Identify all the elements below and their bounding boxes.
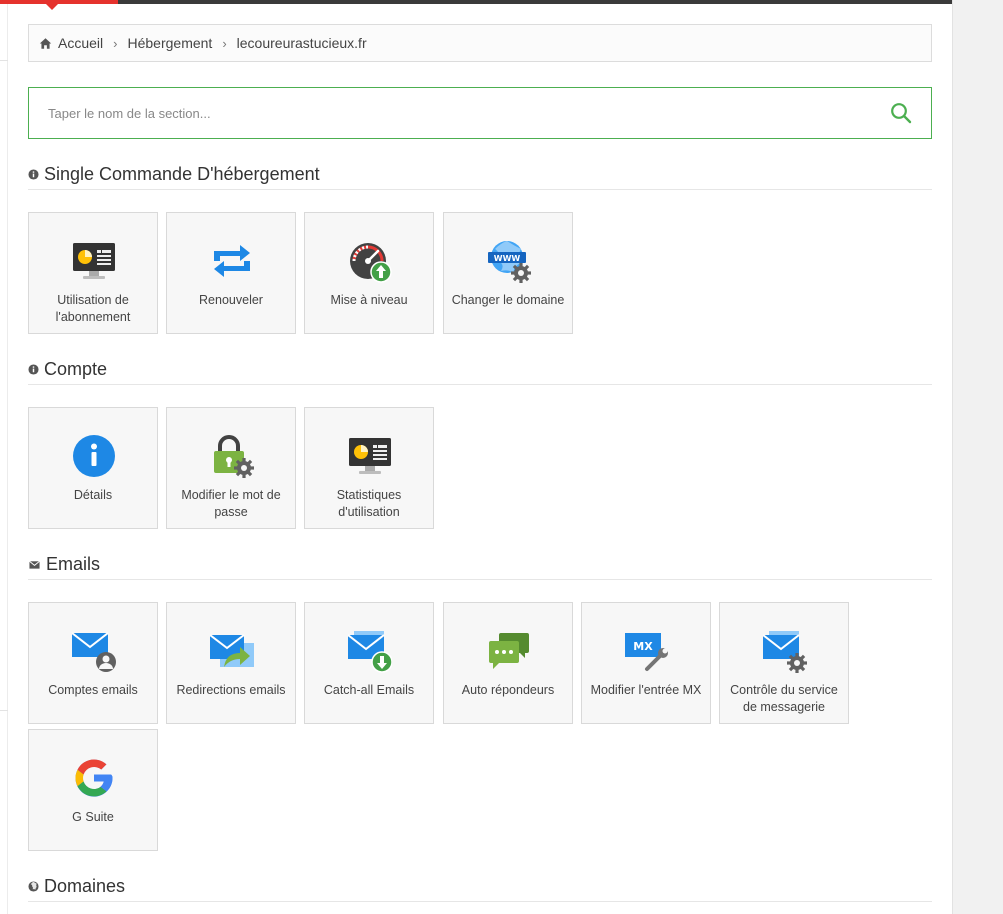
section-title-text: Single Commande D'hébergement — [44, 164, 320, 184]
tile-label: G Suite — [72, 810, 114, 824]
tile-label: Contrôle du service de messagerie — [730, 683, 838, 714]
active-tab-caret — [46, 4, 58, 10]
tile-label: Renouveler — [199, 293, 263, 307]
section-title-domains: Domaines — [28, 872, 932, 902]
tile-label: Changer le domaine — [451, 293, 565, 307]
section-title-text: Domaines — [44, 876, 126, 896]
section-title-emails: Emails — [28, 550, 932, 580]
section-title-hosting: Single Commande D'hébergement — [28, 160, 932, 190]
tile-email-redirections[interactable]: Redirections emails — [166, 602, 296, 724]
top-bar-active-tab — [0, 0, 118, 4]
tile-label: Détails — [73, 488, 113, 502]
info-circle-icon — [28, 364, 39, 375]
tile-label: Redirections emails — [176, 683, 286, 697]
tile-subscription-usage[interactable]: Utilisation de l'abonnement — [28, 212, 158, 334]
right-scroll-panel[interactable] — [952, 0, 1003, 914]
email-forward-icon — [210, 634, 254, 667]
section-search-box — [28, 87, 932, 139]
globe-icon — [28, 881, 39, 892]
left-panel-edge — [0, 4, 8, 914]
breadcrumb: Accueil › Hébergement › lecoureurastucie… — [28, 24, 932, 62]
tile-edit-mx-entry[interactable]: MX Modifier l'entrée MX — [581, 602, 711, 724]
tile-g-suite[interactable]: G Suite — [28, 729, 158, 851]
tile-catch-all-emails[interactable]: Catch-all Emails — [304, 602, 434, 724]
chevron-right-icon: › — [113, 35, 118, 51]
search-icon[interactable] — [889, 101, 913, 125]
envelope-icon — [29, 560, 40, 569]
email-user-icon — [72, 632, 116, 672]
info-circle-icon — [28, 169, 39, 180]
breadcrumb-item-domain: lecoureurastucieux.fr — [236, 35, 367, 51]
tile-upgrade[interactable]: Mise à niveau — [304, 212, 434, 334]
www-globe-gear-icon: WWW — [488, 241, 531, 283]
top-bar — [0, 0, 952, 4]
section-title-text: Compte — [44, 359, 108, 379]
tile-label: Mise à niveau — [330, 293, 408, 307]
chevron-right-icon: › — [222, 35, 227, 51]
tile-label: Comptes emails — [48, 683, 138, 697]
info-icon — [73, 435, 115, 477]
svg-text:MX: MX — [633, 640, 653, 653]
tile-mail-service-control[interactable]: Contrôle du service de messagerie — [719, 602, 849, 724]
svg-text:WWW: WWW — [494, 254, 521, 263]
chat-bubbles-icon — [489, 633, 529, 669]
mx-wrench-icon: MX — [625, 633, 668, 671]
section-title-text: Emails — [46, 554, 101, 574]
home-icon[interactable] — [39, 37, 52, 50]
tile-usage-statistics[interactable]: Statistiques d'utilisation — [304, 407, 434, 529]
tile-label: Modifier l'entrée MX — [590, 683, 702, 697]
tile-renew[interactable]: Renouveler — [166, 212, 296, 334]
tile-auto-responders[interactable]: Auto répondeurs — [443, 602, 573, 724]
tile-label: Utilisation de l'abonnement — [55, 293, 131, 324]
section-search-input[interactable] — [29, 88, 889, 138]
tile-change-password[interactable]: Modifier le mot de passe — [166, 407, 296, 529]
tile-label: Modifier le mot de passe — [181, 488, 281, 519]
tile-label: Auto répondeurs — [461, 683, 555, 697]
breadcrumb-item-hosting[interactable]: Hébergement — [127, 35, 212, 51]
google-g-icon — [75, 759, 113, 797]
section-title-account: Compte — [28, 355, 932, 385]
tile-email-accounts[interactable]: Comptes emails — [28, 602, 158, 724]
tile-label: Catch-all Emails — [323, 683, 415, 697]
breadcrumb-item-home[interactable]: Accueil — [58, 35, 103, 51]
padlock-gear-icon — [214, 435, 254, 478]
email-gear-icon — [763, 631, 807, 673]
tile-label: Statistiques d'utilisation — [336, 488, 402, 519]
email-download-icon — [348, 631, 392, 673]
tile-details[interactable]: Détails — [28, 407, 158, 529]
renew-arrows-icon — [214, 245, 250, 277]
tile-change-domain[interactable]: WWW Changer le domaine — [443, 212, 573, 334]
usage-monitor-icon — [73, 243, 115, 279]
usage-monitor-icon — [349, 438, 391, 474]
speedometer-upgrade-icon — [350, 243, 392, 283]
